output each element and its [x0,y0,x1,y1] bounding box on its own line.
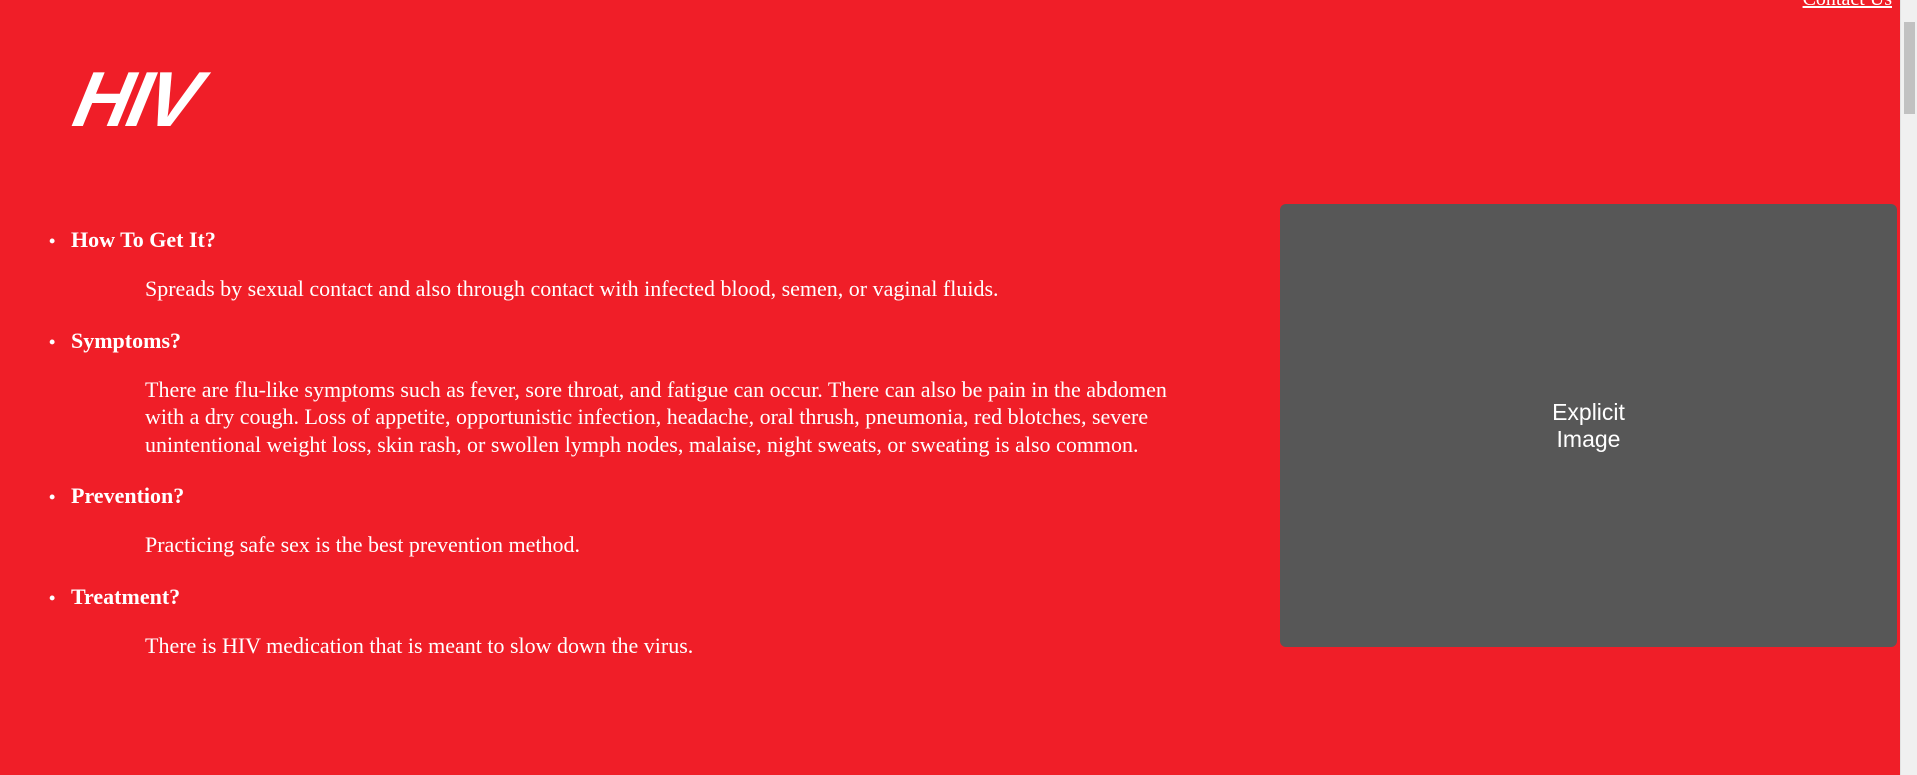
topic-list: • How To Get It? Spreads by sexual conta… [49,224,1167,681]
topic-description: Practicing safe sex is the best preventi… [145,532,580,557]
topic-heading: • Symptoms? [49,325,1149,358]
topic-description: There is HIV medication that is meant to… [145,632,694,658]
topic-item-prevention: • Prevention? Practicing safe sex is the… [49,480,1149,559]
topic-heading-text: Symptoms? [71,327,182,353]
topic-heading-text: Treatment? [71,583,181,609]
topic-heading: • How To Get It? [49,224,1149,257]
topic-description: Spreads by sexual contact and also throu… [145,276,999,301]
scrollbar-thumb[interactable] [1904,22,1915,114]
bullet-icon: • [49,487,56,507]
topic-item-how-to-get-it: • How To Get It? Spreads by sexual conta… [49,224,1149,303]
topic-heading-text: Prevention? [71,483,185,508]
bullet-icon: • [49,331,56,352]
topic-heading: • Prevention? [49,480,1149,513]
explicit-image-label: Explicit Image [1552,398,1625,452]
hiv-logo: HIV [66,55,207,143]
topic-heading: • Treatment? [49,581,1149,614]
bullet-icon: • [49,587,56,608]
topic-heading-text: How To Get It? [71,227,216,252]
explicit-image-placeholder: Explicit Image [1280,204,1897,647]
topic-description: There are flu-like symptoms such as feve… [145,376,1167,457]
topic-item-symptoms: • Symptoms? There are flu-like symptoms … [49,325,1167,459]
vertical-scrollbar[interactable] [1900,0,1917,775]
bullet-icon: • [49,231,56,251]
contact-us-link[interactable]: Contact Us [1803,0,1892,11]
topic-item-treatment: • Treatment? There is HIV medication tha… [49,581,1149,660]
